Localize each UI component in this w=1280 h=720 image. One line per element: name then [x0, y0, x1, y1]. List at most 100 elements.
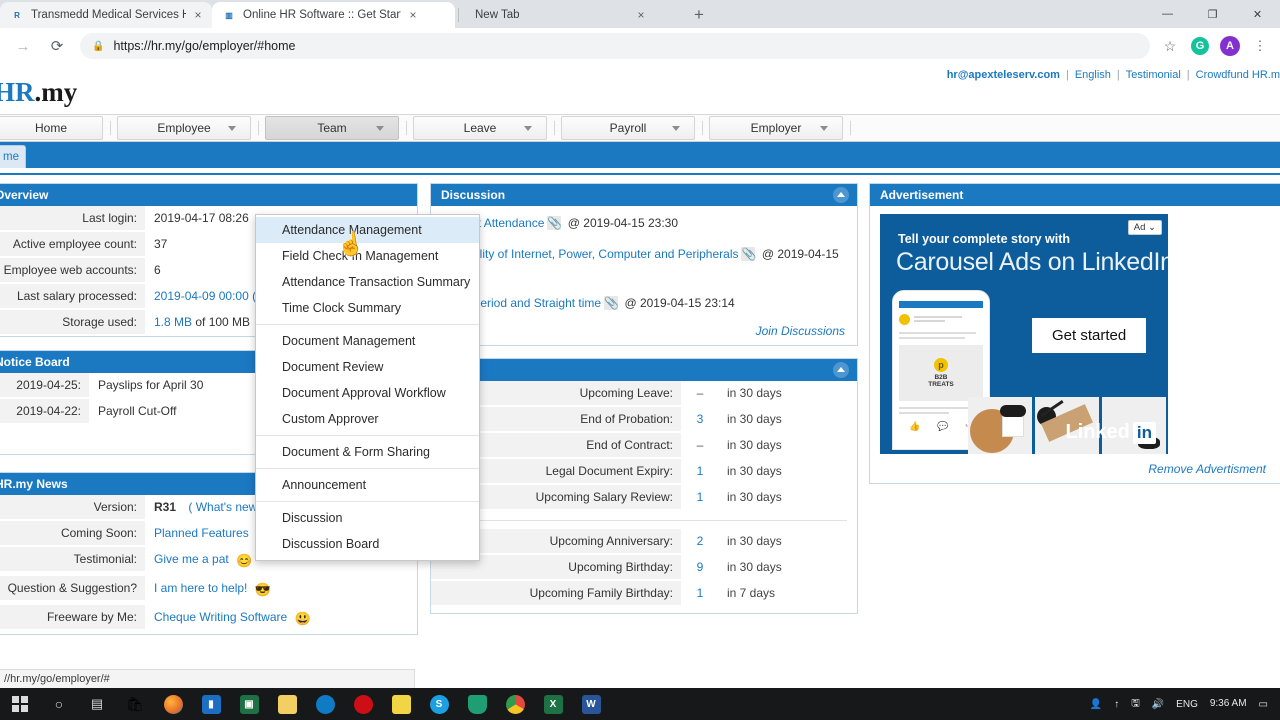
tray-arrow-icon[interactable]: ↑ — [1108, 699, 1125, 710]
menu-team[interactable]: Team — [265, 116, 399, 140]
alert-count[interactable]: 3 — [681, 412, 719, 426]
taskbar-word-icon[interactable]: W — [572, 688, 610, 720]
collapse-chevron-up-icon[interactable] — [833, 187, 849, 203]
menu-item-discussion-board[interactable]: Discussion Board — [256, 531, 479, 557]
back-button[interactable]: → — [8, 31, 38, 61]
discussion-item: Meal Period and Straight time @ 2019-04-… — [431, 286, 857, 317]
menu-divider — [256, 468, 479, 469]
notice-title[interactable]: Payroll Cut-Off — [89, 399, 176, 423]
new-tab-button[interactable]: + — [688, 4, 710, 26]
tab-close-icon[interactable]: × — [633, 7, 649, 23]
taskbar-shield-app-icon[interactable] — [458, 688, 496, 720]
tray-user-icon[interactable]: 👤 — [1084, 699, 1108, 710]
notice-title[interactable]: Payslips for April 30 — [89, 373, 203, 397]
remove-advertisement-link[interactable]: Remove Advertisment — [880, 454, 1278, 483]
overview-value: 2019-04-17 08:26 — [145, 206, 249, 230]
menu-employer[interactable]: Employer — [709, 116, 843, 140]
cheque-writing-link[interactable]: Cheque Writing Software — [154, 610, 287, 624]
menu-item-custom-approver[interactable]: Custom Approver — [256, 406, 479, 432]
menu-item-discussion[interactable]: Discussion — [256, 505, 479, 531]
alert-count[interactable]: 1 — [681, 490, 719, 504]
taskbar-chrome-icon[interactable] — [496, 688, 534, 720]
taskbar-file-explorer-icon[interactable] — [268, 688, 306, 720]
menu-payroll[interactable]: Payroll — [561, 116, 695, 140]
bookmark-star-icon[interactable]: ☆ — [1156, 32, 1184, 60]
help-link[interactable]: I am here to help! — [154, 581, 247, 595]
discussion-link[interactable]: Reliability of Internet, Power, Computer… — [443, 247, 738, 261]
notice-date: 2019-04-22: — [0, 399, 89, 423]
tab-close-icon[interactable]: × — [405, 7, 421, 23]
alert-row: Upcoming Salary Review: 1 in 30 days — [431, 485, 857, 511]
taskbar-green-app-icon[interactable]: ▣ — [230, 688, 268, 720]
chevron-down-icon — [376, 126, 384, 131]
menu-item-attendance-management[interactable]: Attendance Management — [256, 217, 479, 243]
overview-value[interactable]: 37 — [145, 232, 167, 256]
address-bar[interactable]: 🔒 https://hr.my/go/employer/#home — [80, 33, 1150, 59]
tray-network-icon[interactable]: 🖫 — [1125, 696, 1146, 713]
alert-count[interactable]: 1 — [681, 464, 719, 478]
browser-tab-2[interactable]: New Tab × — [461, 2, 686, 28]
ad-get-started-button[interactable]: Get started — [1032, 318, 1146, 353]
taskbar-search-icon[interactable]: ○ — [40, 688, 78, 720]
taskbar-clock[interactable]: 9:36 AM — [1204, 698, 1253, 710]
logo-my: .my — [35, 77, 78, 107]
alert-count[interactable]: 2 — [681, 534, 719, 548]
window-controls: — ❐ ✕ — [1145, 0, 1280, 28]
menu-item-announcement[interactable]: Announcement — [256, 472, 479, 498]
menu-leave[interactable]: Leave — [413, 116, 547, 140]
reload-button[interactable]: ⟳ — [42, 31, 72, 61]
testimonial-link[interactable]: Give me a pat — [154, 552, 229, 566]
browser-tab-1[interactable]: ▥ Online HR Software :: Get Started × — [212, 2, 455, 28]
alert-row: Upcoming Anniversary: 2 in 30 days — [431, 529, 857, 555]
linkedin-ad-creative[interactable]: Ad ⌄ Tell your complete story with Carou… — [880, 214, 1168, 454]
advertisement-header: Advertisement — [870, 184, 1280, 206]
menu-employee[interactable]: Employee — [117, 116, 251, 140]
window-minimize-button[interactable]: — — [1145, 0, 1190, 28]
taskbar-store-icon[interactable]: 🛍 — [116, 688, 154, 720]
start-button[interactable] — [0, 696, 40, 712]
chrome-menu-icon[interactable]: ⋮ — [1246, 32, 1274, 60]
taskbar-task-view-icon[interactable]: ▤ — [78, 688, 116, 720]
tab-close-icon[interactable]: × — [190, 7, 206, 23]
menu-item-field-check-in-management[interactable]: Field Check In Management — [256, 243, 479, 269]
browser-tab-0[interactable]: R Transmedd Medical Services HR × — [0, 2, 212, 28]
taskbar-opera-icon[interactable] — [344, 688, 382, 720]
taskbar-notes-icon[interactable] — [382, 688, 420, 720]
taskbar-excel-icon[interactable]: X — [534, 688, 572, 720]
menu-item-document-form-sharing[interactable]: Document & Form Sharing — [256, 439, 479, 465]
page-tab-home[interactable]: me — [0, 145, 26, 168]
tray-language-indicator[interactable]: ENG — [1170, 699, 1204, 710]
taskbar-word-app-icon[interactable]: ▮ — [192, 688, 230, 720]
tray-volume-icon[interactable]: 🔊 — [1146, 699, 1170, 710]
action-center-icon[interactable]: ▭ — [1253, 699, 1274, 710]
header-link-testimonial[interactable]: Testimonial — [1126, 69, 1181, 81]
taskbar-edge-icon[interactable] — [306, 688, 344, 720]
alert-count[interactable]: 1 — [681, 586, 719, 600]
discussion-panel: Discussion Perfect Attendance @ 2019-04-… — [430, 183, 858, 346]
grammarly-extension-icon[interactable]: G — [1186, 32, 1214, 60]
site-logo[interactable]: HR.my — [0, 77, 77, 108]
menu-item-time-clock-summary[interactable]: Time Clock Summary — [256, 295, 479, 321]
planned-features-link[interactable]: Planned Features — [154, 526, 249, 540]
header-link-crowdfund[interactable]: Crowdfund HR.m — [1196, 69, 1280, 81]
window-close-button[interactable]: ✕ — [1235, 0, 1280, 28]
menu-item-document-approval-workflow[interactable]: Document Approval Workflow — [256, 380, 479, 406]
overview-value: 1.8 MB — [154, 315, 192, 329]
menu-home[interactable]: Home — [0, 116, 103, 140]
taskbar-firefox-icon[interactable] — [154, 688, 192, 720]
profile-avatar[interactable]: A — [1216, 32, 1244, 60]
alert-count[interactable]: 9 — [681, 560, 719, 574]
taskbar-skype-icon[interactable]: S — [420, 688, 458, 720]
window-maximize-button[interactable]: ❐ — [1190, 0, 1235, 28]
header-email-link[interactable]: hr@apexteleserv.com — [947, 69, 1060, 81]
menu-item-attendance-transaction-summary[interactable]: Attendance Transaction Summary — [256, 269, 479, 295]
join-discussions-link[interactable]: Join Discussions — [431, 316, 857, 345]
ad-choices-badge[interactable]: Ad ⌄ — [1128, 220, 1162, 235]
menu-item-document-management[interactable]: Document Management — [256, 328, 479, 354]
header-link-english[interactable]: English — [1075, 69, 1111, 81]
menu-item-document-review[interactable]: Document Review — [256, 354, 479, 380]
collapse-chevron-up-icon[interactable] — [833, 362, 849, 378]
overview-value[interactable]: 6 — [145, 258, 161, 282]
url-text: hr.my/go/employer/#home — [151, 39, 296, 53]
windows-taskbar: ○ ▤ 🛍 ▮ ▣ S X W 👤 ↑ 🖫 🔊 ENG 9:36 AM ▭ — [0, 688, 1280, 720]
